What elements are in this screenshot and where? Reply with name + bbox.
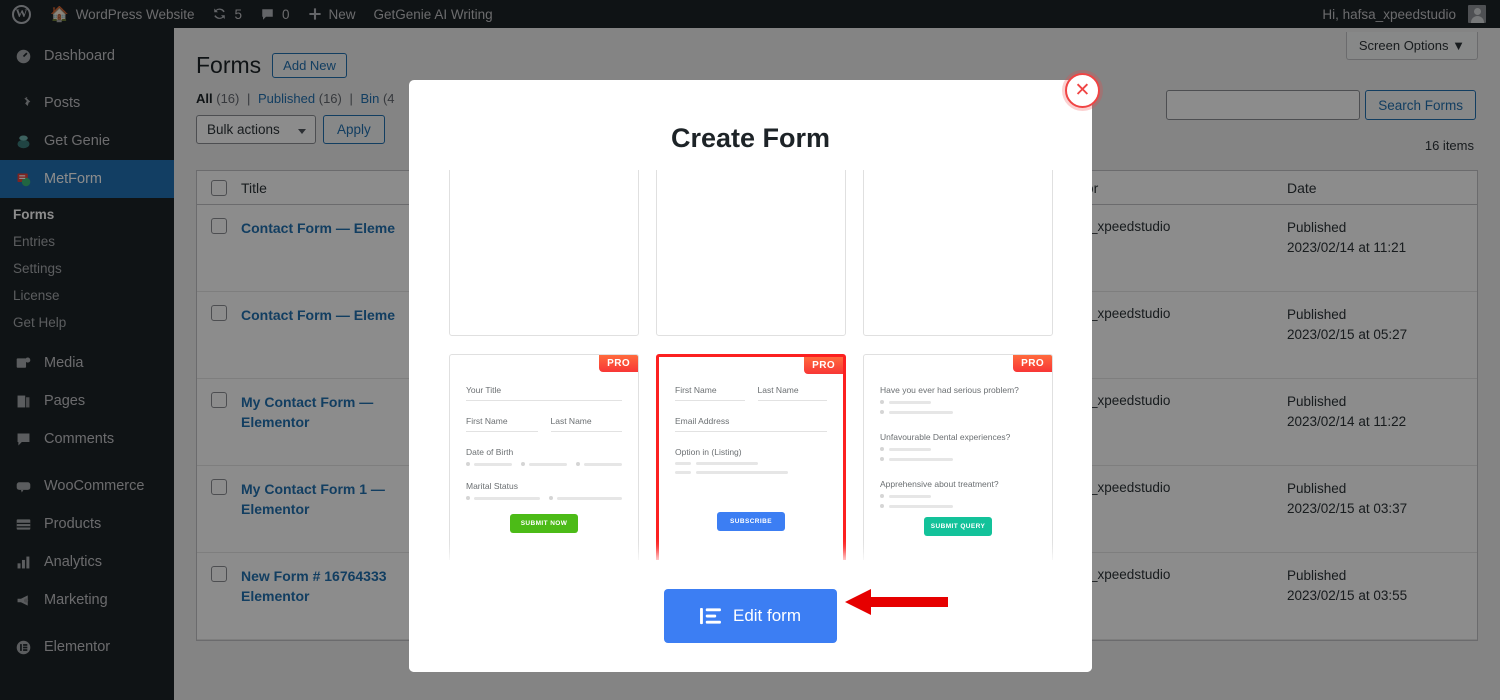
preview-field-line [466, 431, 538, 432]
preview-option [880, 400, 1036, 404]
preview-dot [880, 410, 884, 414]
modal-title: Create Form [670, 123, 831, 153]
template-preview: Have you ever had serious problem? Unfav… [864, 355, 1052, 569]
edit-form-button[interactable]: Edit form [663, 589, 838, 643]
preview-option [880, 494, 1036, 498]
preview-bar [696, 471, 788, 474]
preview-dot [576, 462, 580, 466]
preview-bar [889, 457, 953, 461]
preview-field-label: Email Address [675, 416, 730, 426]
modal-footer: Edit form [409, 560, 1092, 672]
preview-dot [880, 494, 884, 498]
preview-field-line [466, 400, 622, 401]
pro-badge: PRO [599, 355, 638, 372]
edit-form-label: Edit form [732, 606, 802, 625]
preview-field-row: First Name Last Name [675, 385, 827, 416]
preview-dot [466, 496, 470, 500]
preview-field-row: First Name Last Name [466, 416, 622, 447]
preview-field-line [675, 400, 745, 401]
preview-bar [696, 462, 758, 465]
preview-field-label: Unfavourable Dental experiences? [880, 432, 1011, 442]
preview-bar [474, 496, 540, 500]
preview-bar [556, 496, 622, 500]
preview-bar [474, 462, 512, 466]
template-preview: First Name Last Name Email Address Optio… [659, 357, 843, 571]
pro-badge: PRO [804, 357, 843, 374]
preview-bar [889, 504, 953, 508]
preview-field-row [466, 462, 622, 466]
pro-badge: PRO [1013, 355, 1052, 372]
create-form-modal: Create Form PRO Your Title First Name La… [409, 80, 1092, 672]
preview-dot [521, 462, 525, 466]
preview-bar [675, 462, 691, 465]
preview-option [675, 462, 827, 465]
preview-dot [880, 457, 884, 461]
template-grid: PRO Your Title First Name Last Name Date… [449, 170, 1069, 625]
preview-field-label: Option in (Listing) [675, 447, 742, 457]
template-card-partial[interactable] [863, 170, 1053, 336]
preview-dot [880, 447, 884, 451]
preview-field-row [466, 496, 622, 500]
left-arrow-annotation [845, 589, 948, 615]
preview-field-label: First Name [675, 385, 717, 395]
list-icon [700, 607, 721, 626]
template-card-partial[interactable] [449, 170, 639, 336]
preview-option [880, 504, 1036, 508]
preview-field-label: First Name [466, 416, 508, 426]
preview-dot [466, 462, 470, 466]
preview-option [880, 457, 1036, 461]
template-card-partial[interactable] [656, 170, 846, 336]
preview-field-label: Your Title [466, 385, 502, 395]
template-list-scroll[interactable]: PRO Your Title First Name Last Name Date… [449, 170, 1069, 625]
template-preview: Your Title First Name Last Name Date of … [450, 355, 638, 569]
preview-field-line [675, 431, 827, 432]
preview-submit-button: SUBMIT NOW [510, 514, 578, 533]
close-icon[interactable]: ✕ [1065, 73, 1100, 108]
preview-option [880, 410, 1036, 414]
preview-bar [889, 410, 953, 414]
preview-bar [889, 447, 931, 451]
preview-option [675, 471, 827, 474]
preview-submit-button: SUBSCRIBE [717, 512, 785, 531]
preview-dot [880, 400, 884, 404]
preview-field-line [550, 431, 622, 432]
preview-submit-button: SUBMIT QUERY [924, 517, 992, 536]
preview-field-label: Last Name [757, 385, 799, 395]
preview-bar [889, 400, 931, 404]
preview-field-label: Date of Birth [466, 447, 514, 457]
preview-field-label: Last Name [550, 416, 592, 426]
preview-dot [880, 504, 884, 508]
preview-bar [889, 494, 931, 498]
preview-bar [584, 462, 622, 466]
preview-bar [529, 462, 567, 466]
preview-bar [675, 471, 691, 474]
preview-dot [548, 496, 553, 500]
preview-option [880, 447, 1036, 451]
preview-field-line [757, 400, 827, 401]
preview-field-label: Have you ever had serious problem? [880, 385, 1019, 395]
preview-field-label: Marital Status [466, 481, 518, 491]
preview-field-label: Apprehensive about treatment? [880, 479, 999, 489]
